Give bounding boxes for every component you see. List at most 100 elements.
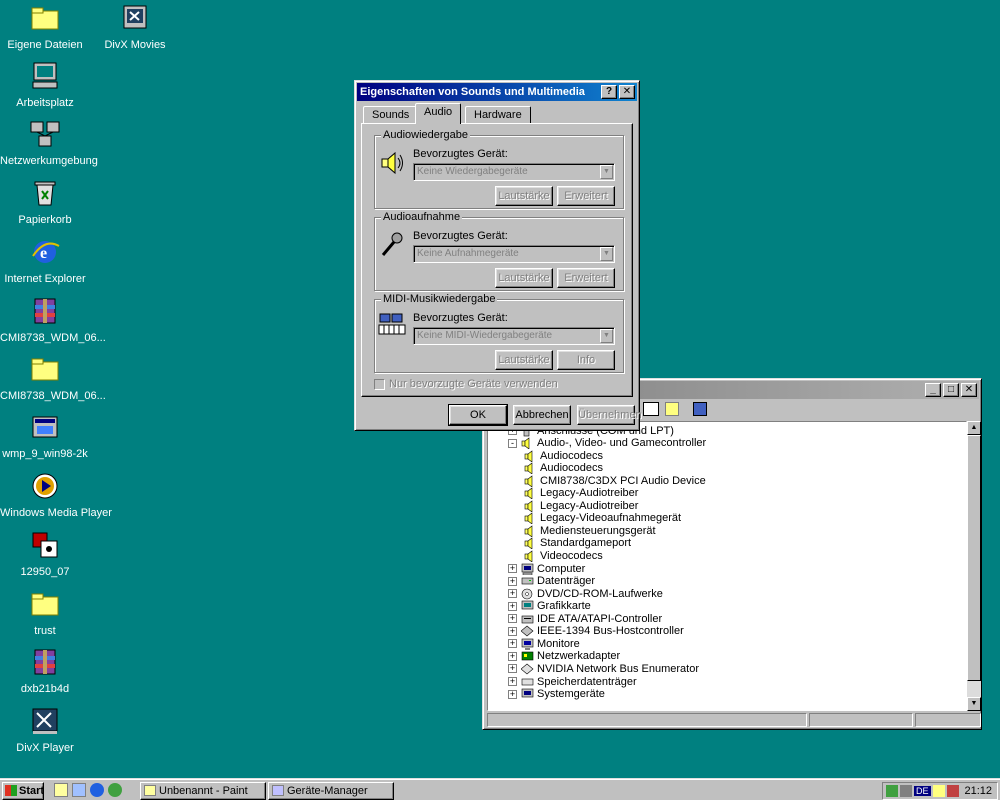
recording-advanced-button[interactable]: Erweitert bbox=[557, 268, 615, 288]
volume-icon[interactable] bbox=[932, 785, 945, 797]
expand-icon[interactable]: + bbox=[508, 689, 517, 699]
checkbox-box[interactable] bbox=[374, 378, 385, 390]
recording-volume-button[interactable]: Lautstärke bbox=[495, 268, 553, 288]
view-icon[interactable] bbox=[643, 402, 659, 416]
playback-device-value: Keine Wiedergabegeräte bbox=[417, 166, 528, 177]
device-category[interactable]: + Speicherdatenträger bbox=[508, 675, 637, 688]
desktop-icon[interactable]: Papierkorb bbox=[0, 177, 90, 226]
expand-icon[interactable]: + bbox=[508, 614, 517, 624]
desktop-icon[interactable]: DivX Movies bbox=[90, 2, 180, 51]
show-desktop-icon[interactable] bbox=[54, 783, 68, 797]
task-paint[interactable]: Unbenannt - Paint bbox=[140, 782, 266, 800]
device-category[interactable]: + DVD/CD-ROM-Laufwerke bbox=[508, 587, 663, 600]
vertical-scrollbar[interactable]: ▲ ▼ bbox=[967, 421, 981, 711]
collapse-icon[interactable]: - bbox=[508, 438, 517, 448]
desktop-icon[interactable]: trust bbox=[0, 588, 90, 637]
ok-button[interactable]: OK bbox=[448, 404, 508, 426]
desktop-icon[interactable]: Windows Media Player bbox=[0, 470, 112, 519]
start-label: Start bbox=[19, 785, 45, 797]
device-category[interactable]: + Computer bbox=[508, 562, 585, 575]
dialog-close-button[interactable]: ✕ bbox=[619, 85, 635, 99]
preferred-only-checkbox[interactable]: Nur bevorzugte Geräte verwenden bbox=[374, 378, 558, 390]
expand-icon[interactable]: + bbox=[508, 677, 517, 686]
apply-button[interactable]: Übernehmen bbox=[577, 405, 642, 425]
device-item[interactable]: Legacy-Videoaufnahmegerät bbox=[524, 512, 681, 525]
desktop-icon[interactable]: Eigene Dateien bbox=[0, 2, 90, 51]
sound-properties-dialog: Eigenschaften von Sounds und Multimedia … bbox=[354, 80, 642, 431]
device-category[interactable]: + Netzwerkadapter bbox=[508, 650, 620, 663]
start-button[interactable]: Start bbox=[2, 782, 44, 800]
device-item[interactable]: Audiocodecs bbox=[524, 449, 603, 462]
device-category[interactable]: - Audio-, Video- und Gamecontroller bbox=[508, 437, 706, 450]
desktop-icon[interactable]: CMI8738_WDM_06... bbox=[0, 295, 106, 344]
desktop-icon[interactable]: CMI8738_WDM_06... bbox=[0, 353, 106, 402]
tab-hardware[interactable]: Hardware bbox=[465, 106, 531, 124]
device-category[interactable]: + NVIDIA Network Bus Enumerator bbox=[508, 662, 699, 675]
status-pane-2 bbox=[809, 713, 913, 727]
desktop-icon[interactable]: e Internet Explorer bbox=[0, 236, 90, 285]
help-button[interactable]: ? bbox=[601, 85, 617, 99]
ie-icon[interactable] bbox=[90, 783, 104, 797]
expand-icon[interactable]: + bbox=[508, 589, 517, 599]
device-category[interactable]: + Monitore bbox=[508, 637, 580, 650]
speaker-icon bbox=[521, 437, 530, 450]
midi-info-button[interactable]: Info bbox=[557, 350, 615, 370]
clock[interactable]: 21:12 bbox=[965, 785, 993, 797]
expand-icon[interactable]: + bbox=[508, 639, 517, 649]
midi-volume-button[interactable]: Lautstärke bbox=[495, 350, 553, 370]
network-icon bbox=[30, 121, 60, 147]
computer-icon bbox=[521, 563, 534, 575]
playback-volume-button[interactable]: Lautstärke bbox=[495, 186, 553, 206]
close-button[interactable]: ✕ bbox=[961, 383, 977, 397]
scan-hardware-icon[interactable] bbox=[693, 402, 707, 416]
maximize-button[interactable]: □ bbox=[943, 383, 959, 397]
device-item[interactable]: Audiocodecs bbox=[524, 462, 603, 475]
tab-audio[interactable]: Audio bbox=[415, 103, 462, 124]
playback-advanced-button[interactable]: Erweitert bbox=[557, 186, 615, 206]
device-label: Legacy-Audiotreiber bbox=[540, 499, 639, 512]
properties-icon[interactable] bbox=[665, 402, 679, 416]
tab-sounds[interactable]: Sounds bbox=[363, 106, 419, 124]
device-item[interactable]: Legacy-Audiotreiber bbox=[524, 499, 638, 512]
device-item[interactable]: CMI8738/C3DX PCI Audio Device bbox=[524, 474, 706, 487]
device-category[interactable]: + Grafikkarte bbox=[508, 600, 591, 613]
desktop-icon[interactable]: DivX Player bbox=[0, 705, 90, 754]
expand-icon[interactable]: + bbox=[508, 651, 517, 661]
playback-device-select[interactable]: Keine Wiedergabegeräte ▼ bbox=[413, 163, 615, 181]
channels-icon[interactable] bbox=[108, 783, 122, 797]
device-category[interactable]: + IEEE-1394 Bus-Hostcontroller bbox=[508, 625, 684, 638]
tray-icon-3[interactable] bbox=[946, 785, 959, 797]
language-indicator[interactable]: DE bbox=[914, 786, 931, 796]
midi-device-select[interactable]: Keine MIDI-Wiedergabegeräte ▼ bbox=[413, 327, 615, 345]
desktop-icon[interactable]: dxb21b4d bbox=[0, 646, 90, 695]
outlook-express-icon[interactable] bbox=[72, 783, 86, 797]
expand-icon[interactable]: + bbox=[508, 626, 517, 636]
device-label: Videocodecs bbox=[540, 550, 603, 562]
dialog-titlebar[interactable]: Eigenschaften von Sounds und Multimedia … bbox=[357, 83, 637, 101]
device-item[interactable]: Mediensteuerungsgerät bbox=[524, 524, 656, 537]
device-item[interactable]: Legacy-Audiotreiber bbox=[524, 487, 638, 500]
expand-icon[interactable]: + bbox=[508, 601, 517, 611]
desktop-icon[interactable]: Arbeitsplatz bbox=[0, 60, 90, 109]
device-item[interactable]: Videocodecs bbox=[524, 550, 603, 563]
device-category[interactable]: + Systemgeräte bbox=[508, 688, 605, 701]
expand-icon[interactable]: + bbox=[508, 564, 517, 574]
desktop-icon[interactable]: wmp_9_win98-2k bbox=[0, 411, 90, 460]
desktop-icon[interactable]: 12950_07 bbox=[0, 529, 90, 578]
recycle-bin-icon bbox=[34, 181, 56, 206]
device-item[interactable]: Standardgameport bbox=[524, 537, 631, 550]
scroll-thumb[interactable] bbox=[967, 435, 981, 681]
desktop-icon[interactable]: Netzwerkumgebung bbox=[0, 118, 98, 167]
scroll-up-button[interactable]: ▲ bbox=[967, 421, 981, 435]
tray-icon-2[interactable] bbox=[900, 785, 912, 797]
recording-device-select[interactable]: Keine Aufnahmegeräte ▼ bbox=[413, 245, 615, 263]
device-category[interactable]: + Datenträger bbox=[508, 575, 595, 588]
minimize-button[interactable]: _ bbox=[925, 383, 941, 397]
scroll-down-button[interactable]: ▼ bbox=[967, 697, 981, 711]
task-device-manager[interactable]: Geräte-Manager bbox=[268, 782, 394, 800]
tray-icon-1[interactable] bbox=[886, 785, 898, 797]
cancel-button[interactable]: Abbrechen bbox=[513, 405, 571, 425]
expand-icon[interactable]: + bbox=[508, 576, 517, 586]
device-category[interactable]: + IDE ATA/ATAPI-Controller bbox=[508, 612, 662, 625]
expand-icon[interactable]: + bbox=[508, 664, 517, 674]
